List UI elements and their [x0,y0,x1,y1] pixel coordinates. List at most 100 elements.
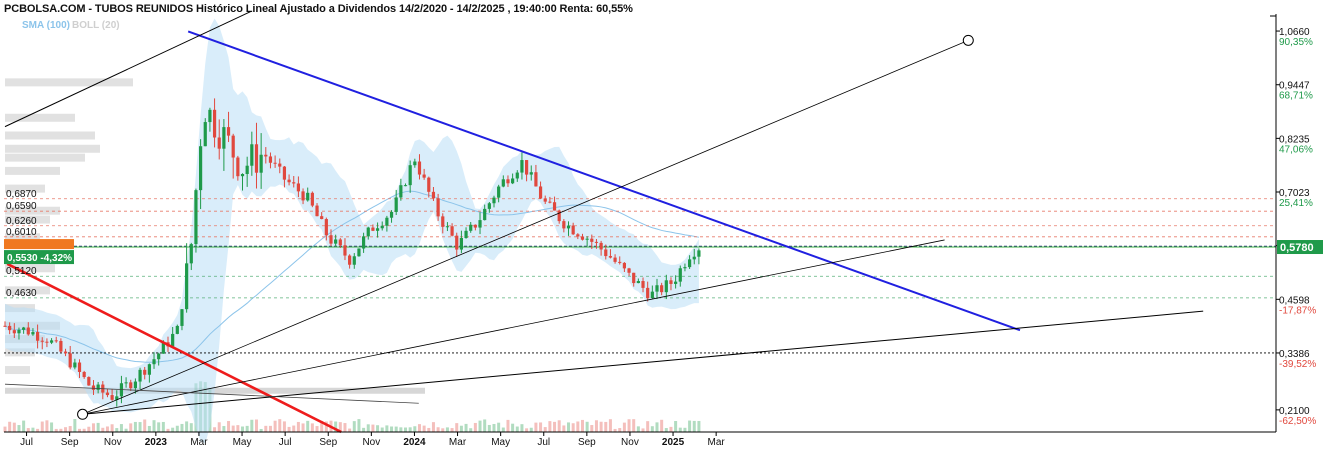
x-tick-label: Nov [362,437,380,448]
volume-bar [306,420,310,432]
volume-bar [157,422,161,432]
volume-bar [697,420,701,432]
candle-body [618,261,622,263]
volume-bar [73,419,77,432]
candle-body [497,186,501,198]
candle-body [385,217,389,226]
level-label: 0,6260 [6,216,37,227]
volume-bar [217,422,221,432]
volume-bar [231,425,235,432]
candle-body [212,109,217,138]
volume-bar [553,421,557,432]
candle-body [91,385,96,390]
volume-bar [245,425,249,432]
candle-body [650,291,654,299]
volume-bar [45,420,49,432]
volume-bar [548,421,552,432]
x-tick-label: Nov [104,437,122,448]
volume-bar [529,427,533,432]
candle-body [399,185,403,198]
candle-body [329,235,333,244]
candle-body [301,191,305,201]
volume-bar [287,426,291,432]
candle-body [87,377,91,386]
candle-body [375,228,380,231]
volume-bar [590,425,594,432]
y-pct-label: 68,71% [1279,91,1313,102]
candle-body [585,238,589,240]
volume-bar [445,427,449,432]
volume-bar [129,423,133,432]
profile-bar [5,113,75,122]
candle-body [543,198,547,202]
candle-body [483,208,487,221]
volume-bar [366,424,370,432]
volume-bar [580,419,584,432]
candle-body [40,340,44,342]
volume-bar [250,419,254,432]
candle-body [627,268,631,273]
candle-body [203,122,207,147]
candle-body [487,203,491,209]
candle-body [562,221,566,229]
volume-bar [646,421,650,432]
volume-bar [599,421,603,432]
candle-body [534,172,538,187]
candle-body [538,186,543,199]
candle-body [171,333,175,347]
candle-body [664,280,668,293]
volume-bar [268,425,272,432]
candle-body [96,384,100,390]
x-tick-label: 2023 [145,437,168,448]
volume-bar [180,423,184,432]
candle-body [511,178,515,184]
x-tick-label: Mar [449,437,467,448]
candle-body [492,197,496,204]
volume-bar [115,428,119,432]
volume-bar [455,423,459,432]
candle-body [310,192,314,206]
candle-body [35,332,40,341]
volume-bar [385,425,389,432]
volume-bar [105,426,109,432]
candle-body [45,341,49,343]
volume-bar [692,420,696,432]
volume-bar [175,425,179,432]
level-label: 0,6590 [6,201,37,212]
volume-bar [618,428,622,432]
candle-body [254,144,259,173]
x-tick-label: Sep [61,437,79,448]
x-tick-label: May [491,437,510,448]
price-chart[interactable]: Jul Sep Nov 2023 Mar May Jul Sep Nov 2024 Mar May Ju… [0,0,1323,452]
volume-bar [655,422,659,432]
volume-bar [469,428,473,432]
x-tick-label: 2025 [662,437,685,448]
candle-body [306,192,310,201]
candle-body [436,198,440,217]
candle-body [422,174,426,178]
volume-bar [683,427,687,432]
volume-bar [185,421,189,432]
trend-line-black [82,310,1204,415]
volume-bar [464,423,468,432]
volume-bar [487,424,491,432]
candle-body [282,166,287,180]
candle-body [431,191,436,199]
candle-body [687,259,692,268]
candle-body [59,340,63,352]
candle-body [548,201,552,203]
candle-body [250,144,254,166]
candle-body [268,156,273,163]
y-pct-label: 25,41% [1279,198,1313,209]
candle-body [389,211,394,218]
profile-bar [5,166,60,175]
candle-body [557,210,561,222]
candle-body [180,309,184,326]
volume-bar [40,421,44,432]
volume-bar [68,426,72,432]
volume-bar [436,427,440,432]
candle-body [566,225,571,229]
volume-bar [371,424,375,432]
volume-bar [478,420,482,432]
candle-body [506,179,510,184]
